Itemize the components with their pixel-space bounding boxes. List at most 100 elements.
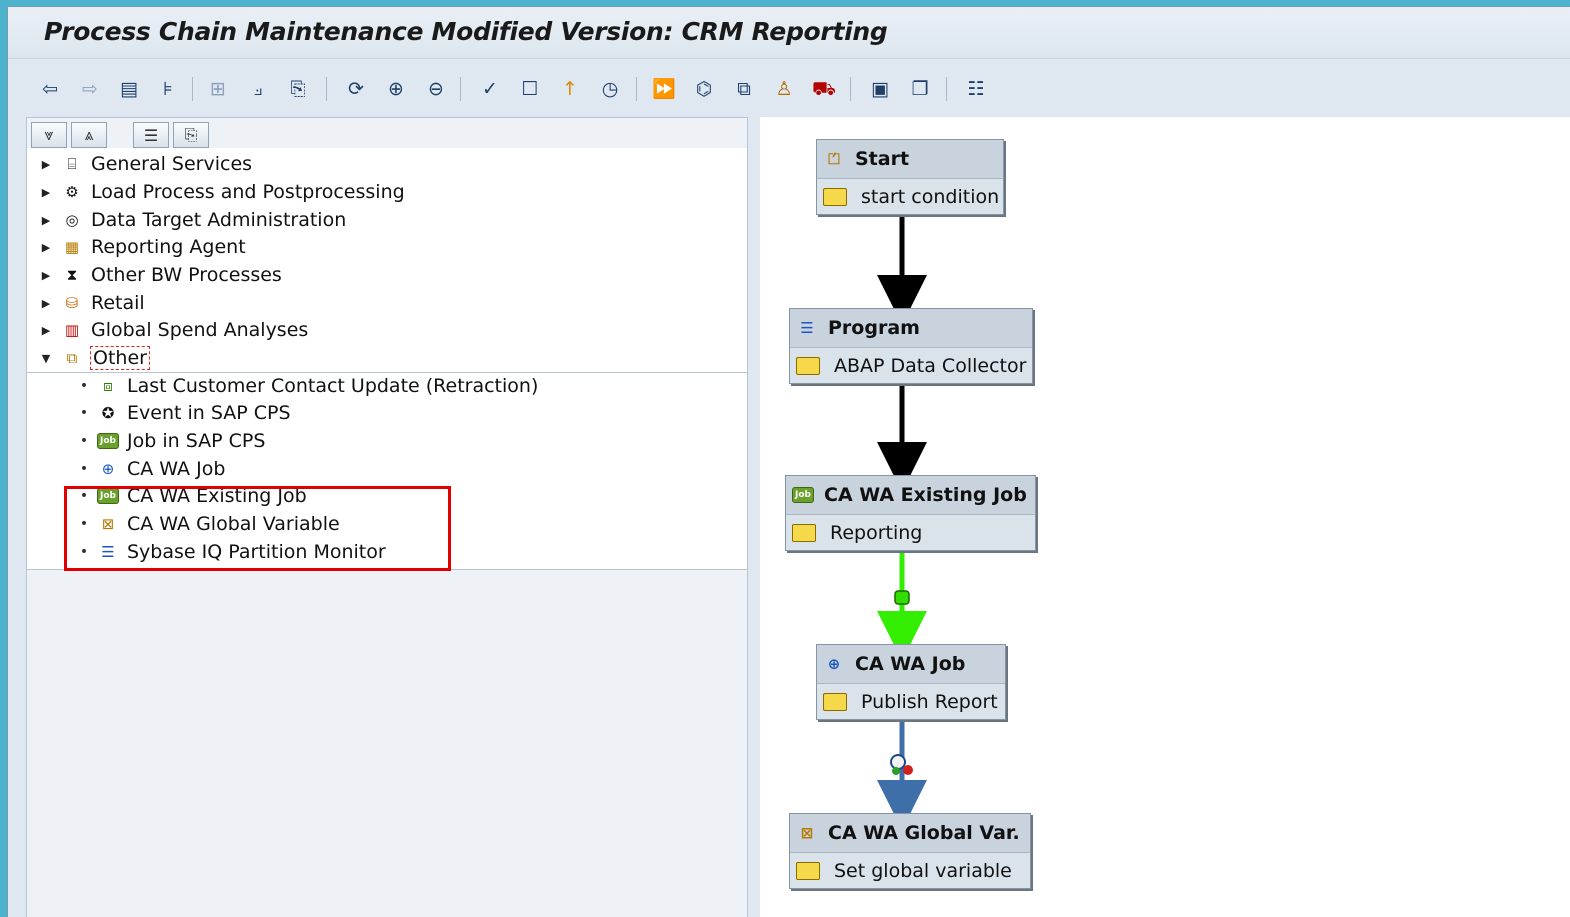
tree-node-retail[interactable]: ▶ ⛁ Retail xyxy=(39,290,145,316)
program-icon: ☰ xyxy=(800,318,814,337)
ca-wa-job-icon: ⊕ xyxy=(827,654,841,673)
expand-arrow-icon[interactable]: ▶ xyxy=(39,158,53,171)
expand-arrow-icon[interactable]: ▶ xyxy=(39,269,53,282)
tree-node-data-target[interactable]: ▶ ◎ Data Target Administration xyxy=(39,207,347,233)
pin-icon[interactable]: ↑ xyxy=(556,75,584,103)
planning-view-icon[interactable]: ▤ xyxy=(115,75,143,103)
tree-node-load-process[interactable]: ▶ ⚙ Load Process and Postprocessing xyxy=(39,179,405,205)
process-type-label: Start xyxy=(855,148,910,170)
tree-node-label: Reporting Agent xyxy=(91,236,246,258)
expand-arrow-icon[interactable]: ▶ xyxy=(39,297,53,310)
process-type-label: Program xyxy=(828,317,920,339)
ca-wa-job-icon: ⊕ xyxy=(101,459,115,478)
application-toolbar: ⇦ ⇨ ▤ ⊧ ⊞ ⟓ ⎘ ⟳ ⊕ ⊖ ✓ ☐ ↑ ◷ ⏩ ⌬ ⧉ ♙ ⛟ ▣ … xyxy=(8,59,1570,117)
data-target-icon: ◎ xyxy=(65,210,79,229)
tree-node-label: Load Process and Postprocessing xyxy=(91,181,405,203)
process-ca-wa-existing-job[interactable]: Job CA WA Existing Job Reporting xyxy=(785,475,1036,551)
tree-structure-icon[interactable]: ⌬ xyxy=(690,75,718,103)
tree-leaf-retraction[interactable]: • ⧈ Last Customer Contact Update (Retrac… xyxy=(79,373,539,399)
process-chain-graph: ⏍ Start start condition ☰ Program ABAP D… xyxy=(760,117,1570,917)
tree-leaf-event-cps[interactable]: • ✪ Event in SAP CPS xyxy=(79,400,291,426)
retail-icon: ⛁ xyxy=(65,293,79,312)
settings-list-icon[interactable]: ☷ xyxy=(962,75,990,103)
display-icon[interactable]: ▣ xyxy=(866,75,894,103)
collapse-all-icon[interactable]: ⩓ xyxy=(71,122,107,148)
process-program[interactable]: ☰ Program ABAP Data Collector xyxy=(789,308,1033,384)
tree-node-label: General Services xyxy=(91,153,253,175)
process-variant-label: start condition xyxy=(861,185,1000,208)
panel-splitter[interactable] xyxy=(748,117,760,917)
tree-icon[interactable]: ⊧ xyxy=(154,75,182,103)
activate-icon[interactable]: ⏩ xyxy=(650,75,678,103)
process-variant-label: Publish Report xyxy=(861,690,998,713)
process-variant-label: Reporting xyxy=(830,521,923,544)
tree-node-reporting-agent[interactable]: ▶ ▦ Reporting Agent xyxy=(39,234,246,260)
variant-icon xyxy=(796,356,820,375)
collapse-arrow-icon[interactable]: ▼ xyxy=(39,352,53,365)
copy-icon[interactable]: ❐ xyxy=(906,75,934,103)
process-types-panel: ⩔ ⩓ ☰ ⎘ ▶ ⌸ General Services ▶ ⚙ Load Pr… xyxy=(26,117,748,917)
process-tree: ▶ ⌸ General Services ▶ ⚙ Load Process an… xyxy=(27,148,747,571)
start-process-icon: ⏍ xyxy=(828,149,840,168)
grid-icon[interactable]: ⊞ xyxy=(204,75,232,103)
process-variant-label: Set global variable xyxy=(834,859,1012,882)
tree-leaf-label: Event in SAP CPS xyxy=(127,402,291,424)
process-start[interactable]: ⏍ Start start condition xyxy=(816,139,1004,215)
network-icon[interactable]: ⟓ xyxy=(244,75,272,103)
variant-icon xyxy=(823,187,847,206)
variant-icon xyxy=(796,861,820,880)
person-icon[interactable]: ♙ xyxy=(770,75,798,103)
scroll-icon[interactable]: ⎘ xyxy=(284,75,312,103)
transport-icon[interactable]: ⛟ xyxy=(810,75,838,103)
scroll-list-icon[interactable]: ⎘ xyxy=(173,122,209,148)
tree-node-general-services[interactable]: ▶ ⌸ General Services xyxy=(39,151,252,177)
process-type-label: CA WA Existing Job xyxy=(824,484,1027,506)
expand-arrow-icon[interactable]: ▶ xyxy=(39,241,53,254)
tree-leaf-job-cps[interactable]: • Job Job in SAP CPS xyxy=(79,428,266,454)
tree-leaf-label: Last Customer Contact Update (Retraction… xyxy=(127,375,539,397)
process-ca-wa-global-var[interactable]: ⊠ CA WA Global Var. Set global variable xyxy=(789,813,1031,889)
zoom-in-icon[interactable]: ⊕ xyxy=(382,75,410,103)
highlight-box xyxy=(64,486,451,571)
event-icon: ✪ xyxy=(101,403,115,422)
general-services-icon: ⌸ xyxy=(67,154,77,173)
tree-node-label: Data Target Administration xyxy=(91,209,347,231)
success-connector-icon xyxy=(894,590,910,605)
job-icon: Job xyxy=(97,433,119,449)
expand-arrow-icon[interactable]: ▶ xyxy=(39,214,53,227)
tree-node-label: Other BW Processes xyxy=(91,264,282,286)
tree-leaf-label: Job in SAP CPS xyxy=(127,430,266,452)
layout-icon[interactable]: ⧉ xyxy=(730,75,758,103)
window-title: Process Chain Maintenance Modified Versi… xyxy=(44,17,888,46)
zoom-out-icon[interactable]: ⊖ xyxy=(422,75,450,103)
expand-all-icon[interactable]: ⩔ xyxy=(31,122,67,148)
process-ca-wa-job[interactable]: ⊕ CA WA Job Publish Report xyxy=(816,644,1006,720)
check-icon[interactable]: ✓ xyxy=(476,75,504,103)
tree-node-other-bw[interactable]: ▶ ⧗ Other BW Processes xyxy=(39,262,282,288)
global-variable-icon: ⊠ xyxy=(800,823,814,842)
clock-icon[interactable]: ◷ xyxy=(596,75,624,103)
back-arrow-icon[interactable]: ⇦ xyxy=(36,75,64,103)
global-spend-icon: ▥ xyxy=(64,320,80,339)
process-variant-label: ABAP Data Collector xyxy=(834,354,1027,377)
retraction-icon: ⧈ xyxy=(103,376,113,395)
reporting-agent-icon: ▦ xyxy=(64,237,80,256)
tree-node-global-spend[interactable]: ▶ ▥ Global Spend Analyses xyxy=(39,317,309,343)
tree-node-label: Global Spend Analyses xyxy=(91,319,309,341)
refresh-icon[interactable]: ⟳ xyxy=(342,75,370,103)
tree-leaf-ca-wa-job[interactable]: • ⊕ CA WA Job xyxy=(79,456,226,482)
forward-arrow-icon[interactable]: ⇨ xyxy=(76,75,104,103)
expand-arrow-icon[interactable]: ▶ xyxy=(39,324,53,337)
tree-node-label: Retail xyxy=(91,292,145,314)
tree-node-other[interactable]: ▼ ⧉ Other xyxy=(39,345,150,371)
title-bar: Process Chain Maintenance Modified Versi… xyxy=(8,7,1570,59)
expand-arrow-icon[interactable]: ▶ xyxy=(39,186,53,199)
tree-leaf-label: CA WA Job xyxy=(127,458,226,480)
process-type-label: CA WA Global Var. xyxy=(828,822,1020,844)
new-document-icon[interactable]: ☐ xyxy=(516,75,544,103)
load-process-icon: ⚙ xyxy=(65,182,79,201)
other-icon: ⧉ xyxy=(66,348,78,367)
find-icon[interactable]: ☰ xyxy=(133,122,169,148)
main-window: Process Chain Maintenance Modified Versi… xyxy=(7,6,1570,917)
variant-icon xyxy=(823,692,847,711)
